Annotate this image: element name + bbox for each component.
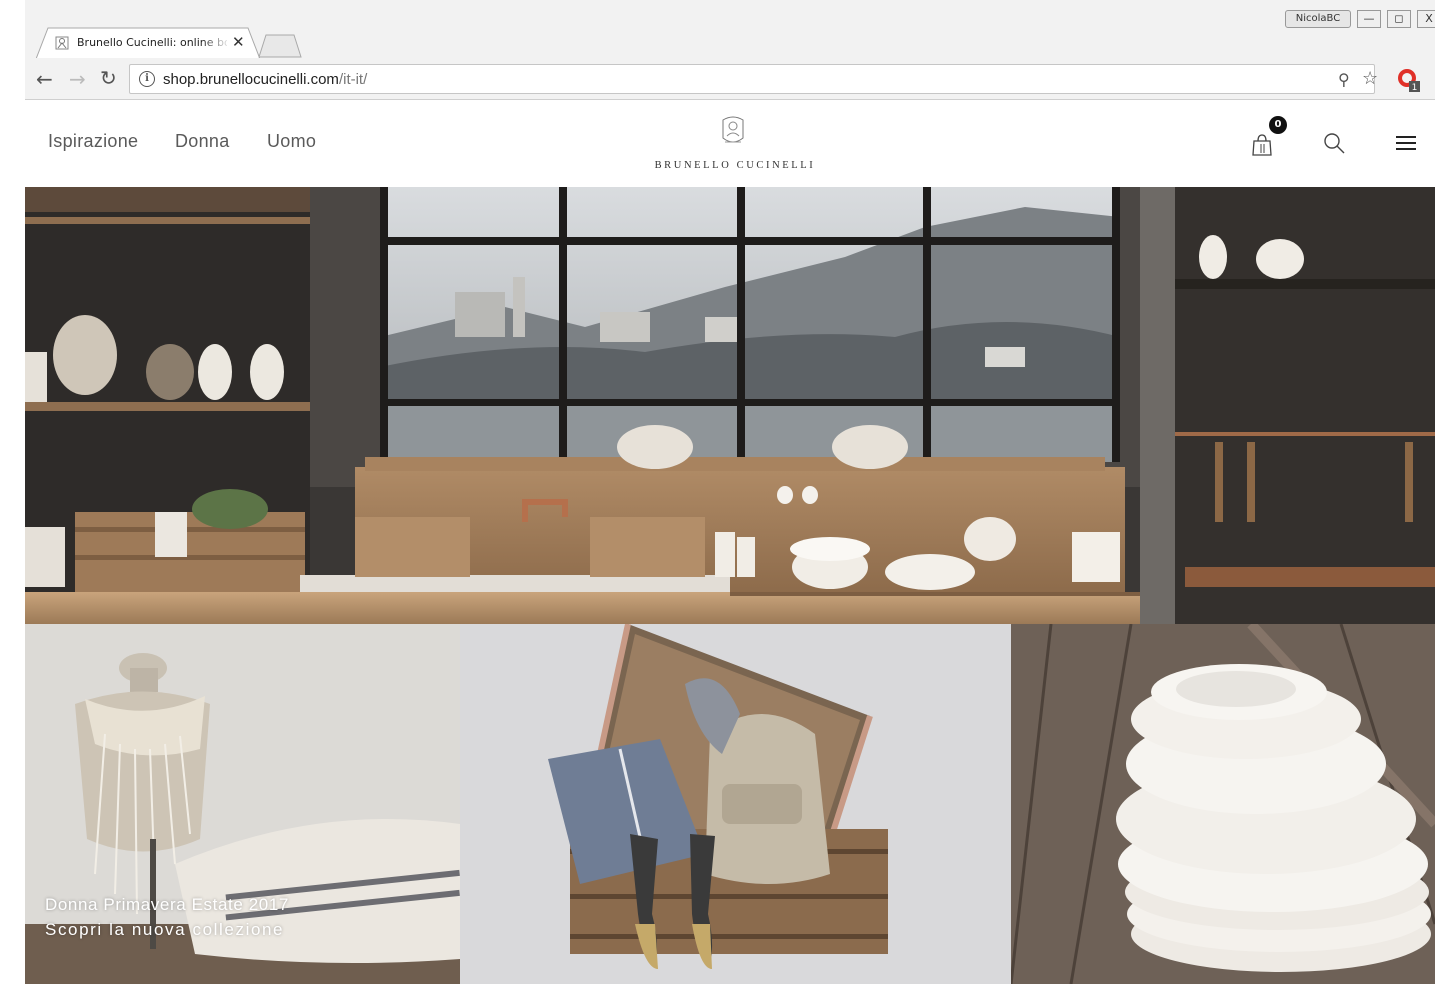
address-bar[interactable]: i shop.brunellocucinelli.com/it-it/ ⚲ ☆	[129, 64, 1378, 94]
menu-icon[interactable]	[1396, 135, 1416, 151]
cart-count-badge: 0	[1269, 116, 1287, 134]
tile-crate[interactable]	[460, 624, 1011, 984]
tile-caption-title[interactable]: Donna Primavera Estate 2017	[45, 895, 289, 915]
reload-icon[interactable]: ↻	[100, 67, 117, 89]
url-host: shop.brunellocucinelli.com	[163, 71, 339, 88]
back-icon[interactable]: ←	[36, 68, 53, 90]
tile-crate-image	[460, 624, 1011, 984]
browser-toolbar: ← → ↻ i shop.brunellocucinelli.com/it-it…	[25, 58, 1435, 100]
close-window-button[interactable]: X	[1417, 10, 1435, 28]
brand-emblem-icon[interactable]	[719, 114, 747, 148]
bag-icon[interactable]	[1251, 133, 1273, 157]
browser-tab[interactable]: Brunello Cucinelli: online bo ✕	[36, 27, 260, 59]
site-header: Ispirazione Donna Uomo BRUNELLO CUCINELL…	[25, 100, 1435, 187]
extension-badge: 1	[1412, 83, 1418, 93]
url-path: /it-it/	[338, 71, 368, 88]
nav-uomo[interactable]: Uomo	[267, 131, 316, 152]
tile-bowls-image	[1011, 624, 1435, 984]
info-icon[interactable]: i	[139, 71, 155, 87]
tab-close-icon[interactable]: ✕	[232, 33, 245, 51]
url-text[interactable]: shop.brunellocucinelli.com/it-it/	[163, 71, 367, 88]
new-tab-button[interactable]	[258, 34, 302, 58]
nav-donna[interactable]: Donna	[175, 131, 230, 152]
tile-donna[interactable]: Donna Primavera Estate 2017 Scopri la nu…	[25, 624, 460, 984]
window-left-margin	[0, 0, 25, 984]
brand-logo-text[interactable]: BRUNELLO CUCINELLI	[643, 160, 827, 171]
profile-badge[interactable]: NicolaBC	[1285, 10, 1351, 28]
extension-icon[interactable]: 1	[1397, 67, 1421, 93]
maximize-button[interactable]: ◻	[1387, 10, 1411, 28]
minimize-button[interactable]: —	[1357, 10, 1381, 28]
hero-kitchen-image	[25, 187, 1435, 624]
search-icon[interactable]	[1323, 132, 1345, 154]
hero-banner[interactable]	[25, 187, 1435, 624]
brand-favicon-icon	[55, 36, 69, 50]
tile-bowls[interactable]	[1011, 624, 1435, 984]
star-icon[interactable]: ☆	[1362, 68, 1378, 89]
zoom-icon[interactable]: ⚲	[1338, 70, 1350, 89]
nav-ispirazione[interactable]: Ispirazione	[48, 131, 138, 152]
forward-icon: →	[69, 67, 86, 91]
tile-caption-subtitle[interactable]: Scopri la nuova collezione	[45, 920, 284, 940]
tab-title-fade	[201, 34, 231, 52]
